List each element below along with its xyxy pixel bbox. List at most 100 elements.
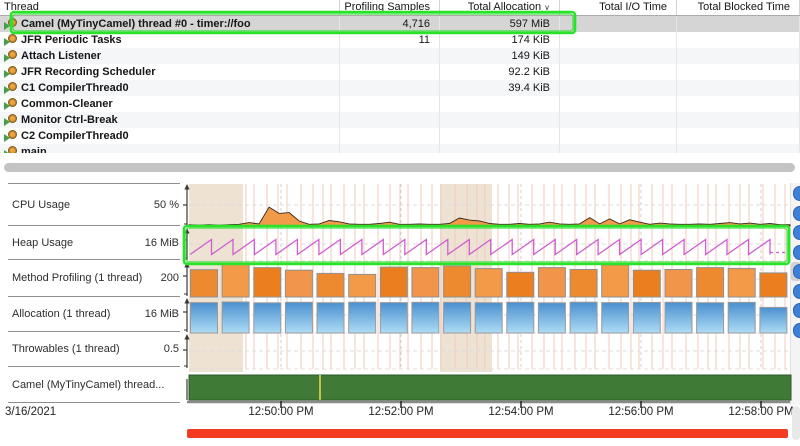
thread-ball-icon <box>8 130 17 139</box>
thread-row[interactable]: Camel (MyTinyCamel) thread #0 - timer://… <box>0 16 800 32</box>
thread-icon <box>4 98 17 110</box>
thread-cell-io <box>560 48 677 64</box>
thread-cell-blocked <box>677 128 800 144</box>
thread-cell-allocation: 149 KiB <box>440 48 560 64</box>
lane-label-row[interactable]: Heap Usage 16 MiB <box>8 226 180 260</box>
time-tick-label: 12:56:00 PM <box>593 406 689 418</box>
profiler-window: Thread Profiling Samples Total Allocatio… <box>0 0 800 446</box>
side-button[interactable] <box>793 186 800 201</box>
thread-cell-allocation: 92.2 KiB <box>440 64 560 80</box>
thread-ball-icon <box>8 50 17 59</box>
time-tick-label: 12:52:00 PM <box>353 406 449 418</box>
lane-label: Method Profiling (1 thread) <box>12 272 142 284</box>
thread-cell-allocation <box>440 96 560 112</box>
thread-icon <box>4 114 17 126</box>
lane-label: Heap Usage <box>12 237 73 249</box>
thread-name: JFR Recording Scheduler <box>21 64 155 80</box>
thread-cell-io <box>560 80 677 96</box>
lane-axis-value: 0.5 <box>164 343 179 355</box>
thread-ball-icon <box>8 146 17 153</box>
column-header-total-allocation-label: Total Allocation <box>468 1 541 13</box>
column-header-profiling-samples[interactable]: Profiling Samples <box>340 0 440 15</box>
lane-axis-value: 16 MiB <box>145 237 179 249</box>
thread-cell-allocation: 174 KiB <box>440 32 560 48</box>
side-button[interactable] <box>793 323 800 338</box>
vertical-scrollbar[interactable] <box>792 406 800 440</box>
thread-cell-samples <box>340 128 440 144</box>
thread-cell-blocked <box>677 112 800 128</box>
thread-cell-allocation <box>440 112 560 128</box>
timeline-chart-area[interactable] <box>183 183 790 402</box>
thread-ball-icon <box>8 98 17 107</box>
lane-label: Throwables (1 thread) <box>12 343 120 355</box>
thread-cell-allocation: 39.4 KiB <box>440 80 560 96</box>
side-button[interactable] <box>793 245 800 260</box>
thread-row[interactable]: JFR Periodic Tasks11174 KiB <box>0 32 800 48</box>
column-header-total-io-time[interactable]: Total I/O Time <box>560 0 677 15</box>
side-button[interactable] <box>793 303 800 318</box>
thread-cell-allocation: 597 MiB <box>440 16 560 32</box>
thread-name: Camel (MyTinyCamel) thread #0 - timer://… <box>21 16 251 32</box>
column-header-total-blocked-time[interactable]: Total Blocked Time <box>677 0 800 15</box>
thread-cell-blocked <box>677 16 800 32</box>
lane-label-row[interactable]: CPU Usage 50 % <box>8 184 180 226</box>
lane-label: Allocation (1 thread) <box>12 308 110 320</box>
thread-cell-allocation <box>440 144 560 153</box>
thread-icon <box>4 50 17 62</box>
side-button[interactable] <box>793 284 800 299</box>
thread-cell-io <box>560 64 677 80</box>
thread-icon <box>4 130 17 142</box>
thread-cell-samples <box>340 112 440 128</box>
thread-cell-io <box>560 144 677 153</box>
column-header-thread[interactable]: Thread <box>0 0 340 15</box>
thread-row[interactable]: JFR Recording Scheduler 92.2 KiB <box>0 64 800 80</box>
thread-cell-samples: 11 <box>340 32 440 48</box>
time-range-bar[interactable] <box>187 429 788 438</box>
sort-descending-icon: ∨ <box>544 3 550 12</box>
thread-icon <box>4 66 17 78</box>
thread-cell-io <box>560 128 677 144</box>
thread-name: Monitor Ctrl-Break <box>21 112 118 128</box>
thread-row[interactable]: Attach Listener149 KiB <box>0 48 800 64</box>
thread-icon <box>4 82 17 94</box>
thread-name: Common-Cleaner <box>21 96 113 112</box>
thread-cell-blocked <box>677 96 800 112</box>
lane-label-row[interactable]: Allocation (1 thread)16 MiB <box>8 297 180 332</box>
thread-icon <box>4 146 17 153</box>
thread-cell-io <box>560 96 677 112</box>
thread-table-body: Camel (MyTinyCamel) thread #0 - timer://… <box>0 16 800 153</box>
thread-cell-blocked <box>677 144 800 153</box>
side-button[interactable] <box>793 206 800 221</box>
thread-row[interactable]: C2 CompilerThread0 <box>0 128 800 144</box>
lane-axis-value: 200 <box>161 272 179 284</box>
lane-label-row[interactable]: Camel (MyTinyCamel) thread... <box>8 367 180 403</box>
time-tick-label: 12:58:00 PM <box>713 406 800 418</box>
thread-name: C2 CompilerThread0 <box>21 128 129 144</box>
column-header-total-allocation[interactable]: Total Allocation∨ <box>440 0 560 15</box>
thread-row[interactable]: C1 CompilerThread039.4 KiB <box>0 80 800 96</box>
thread-icon <box>4 18 17 30</box>
side-button[interactable] <box>793 225 800 240</box>
thread-row[interactable]: Monitor Ctrl-Break <box>0 112 800 128</box>
thread-row[interactable]: main <box>0 144 800 153</box>
lane-label: Camel (MyTinyCamel) thread... <box>12 379 164 391</box>
timeline-date-label: 3/16/2021 <box>5 406 56 418</box>
thread-table-header: Thread Profiling Samples Total Allocatio… <box>0 0 800 16</box>
thread-ball-icon <box>8 82 17 91</box>
thread-cell-blocked <box>677 80 800 96</box>
lane-axis-value: 50 % <box>154 199 179 211</box>
thread-cell-samples <box>340 48 440 64</box>
thread-cell-io <box>560 16 677 32</box>
horizontal-scrollbar[interactable] <box>4 163 795 172</box>
time-tick-label: 12:50:00 PM <box>233 406 329 418</box>
lane-label-row[interactable]: Method Profiling (1 thread) 200 <box>8 260 180 297</box>
thread-icon <box>4 34 17 46</box>
lane-label-row[interactable]: Throwables (1 thread) 0.5 <box>8 332 180 367</box>
thread-cell-samples: 4,716 <box>340 16 440 32</box>
thread-cell-samples <box>340 80 440 96</box>
thread-row[interactable]: Common-Cleaner <box>0 96 800 112</box>
side-button[interactable] <box>793 264 800 279</box>
thread-ball-icon <box>8 66 17 75</box>
lane-label: CPU Usage <box>12 199 70 211</box>
thread-ball-icon <box>8 34 17 43</box>
